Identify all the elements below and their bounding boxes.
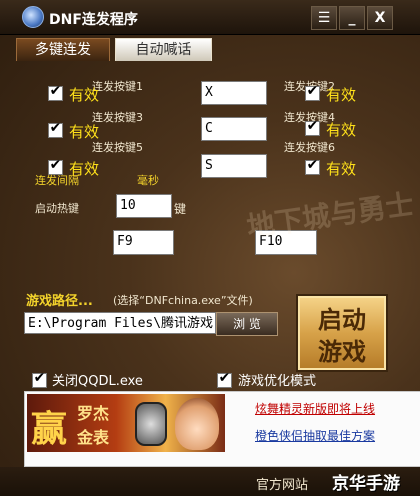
footer-logo: 京华手游: [332, 474, 400, 494]
game-path-label: 游戏路径...: [26, 294, 93, 309]
close-button[interactable]: X: [367, 6, 393, 30]
checkmark-icon: ✔: [49, 157, 62, 173]
close-qqdl-checkbox[interactable]: ✔: [32, 370, 47, 388]
checkmark-icon: ✔: [33, 370, 46, 386]
game-path-hint: (选择“DNFchina.exe”文件): [113, 294, 253, 307]
checkmark-icon: ✔: [306, 157, 319, 173]
hotkey-2-enabled-label: 有效: [326, 86, 357, 104]
game-path-input[interactable]: E:\Program Files\腾讯游戏: [24, 312, 216, 334]
app-logo-icon: [22, 6, 44, 28]
title-bar[interactable]: DNF连发程序 ☰ _ X: [0, 0, 420, 35]
hotkey-1-input[interactable]: X: [201, 81, 267, 105]
start-hotkey-label: 启动热键: [35, 202, 79, 215]
menu-button[interactable]: ☰: [311, 6, 337, 30]
close-qqdl-label: 关闭QQDL.exe: [52, 374, 143, 389]
key-suffix-label: 键: [174, 202, 187, 216]
ad-link-1[interactable]: 炫舞精灵新版即将上线: [255, 400, 375, 417]
minimize-button[interactable]: _: [339, 6, 365, 30]
ad-brand-line1: 罗杰: [77, 404, 110, 423]
hotkey-2-checkbox[interactable]: ✔: [305, 83, 320, 101]
ad-link-2[interactable]: 橙色侠侣抽取最佳方案: [255, 427, 375, 444]
optimize-mode-label: 游戏优化模式: [238, 374, 317, 389]
hotkey-label-1: 连发按键1: [92, 80, 143, 93]
hotkey-5-input[interactable]: S: [201, 154, 267, 178]
hotkey-label-5: 连发按键5: [92, 141, 143, 154]
official-site-link[interactable]: 官方网站: [256, 474, 308, 493]
hotkey-3-input[interactable]: C: [201, 117, 267, 141]
ad-image[interactable]: 赢 罗杰 金表: [27, 394, 225, 452]
main-window: DNF连发程序 ☰ _ X 多键连发 自动喊话 连发按键1 ✔ 有效 X 连发按…: [0, 0, 420, 496]
hotkey-6-enabled-label: 有效: [326, 160, 357, 178]
hotkey-1-checkbox[interactable]: ✔: [48, 83, 63, 101]
start-game-line1: 启动: [318, 306, 366, 334]
interval-unit-label: 毫秒: [137, 174, 159, 187]
checkmark-icon: ✔: [306, 83, 319, 99]
start-hotkey-input[interactable]: F9: [113, 230, 174, 255]
start-game-button[interactable]: 启动 游戏: [296, 294, 388, 372]
hotkey-label-3: 连发按键3: [92, 111, 143, 124]
interval-input[interactable]: 10: [116, 194, 172, 218]
ad-banner: 赢 罗杰 金表 炫舞精灵新版即将上线 橙色侠侣抽取最佳方案: [24, 391, 420, 467]
ad-big-text: 赢: [31, 408, 68, 450]
tab-auto-shout[interactable]: 自动喊话: [115, 38, 212, 61]
window-title: DNF连发程序: [49, 12, 138, 28]
checkmark-icon: ✔: [218, 370, 231, 386]
ad-brand-line2: 金表: [77, 428, 110, 447]
hotkey-3-checkbox[interactable]: ✔: [48, 120, 63, 138]
start-game-line2: 游戏: [318, 338, 366, 366]
hotkey-6-checkbox[interactable]: ✔: [305, 157, 320, 175]
hotkey-label-6: 连发按键6: [284, 141, 335, 154]
checkmark-icon: ✔: [49, 83, 62, 99]
browse-button[interactable]: 浏 览: [216, 312, 278, 336]
footer-bar: 官方网站 京华手游: [0, 467, 420, 496]
hotkey-4-enabled-label: 有效: [326, 121, 357, 139]
watch-icon: [135, 402, 167, 446]
hotkey-1-enabled-label: 有效: [69, 86, 100, 104]
optimize-mode-checkbox[interactable]: ✔: [217, 370, 232, 388]
tab-multi-key[interactable]: 多键连发: [16, 38, 110, 61]
hotkey-4-checkbox[interactable]: ✔: [305, 118, 320, 136]
checkmark-icon: ✔: [49, 120, 62, 136]
interval-label: 连发间隔: [35, 174, 79, 187]
character-portrait-icon: [175, 398, 219, 450]
checkmark-icon: ✔: [306, 118, 319, 134]
